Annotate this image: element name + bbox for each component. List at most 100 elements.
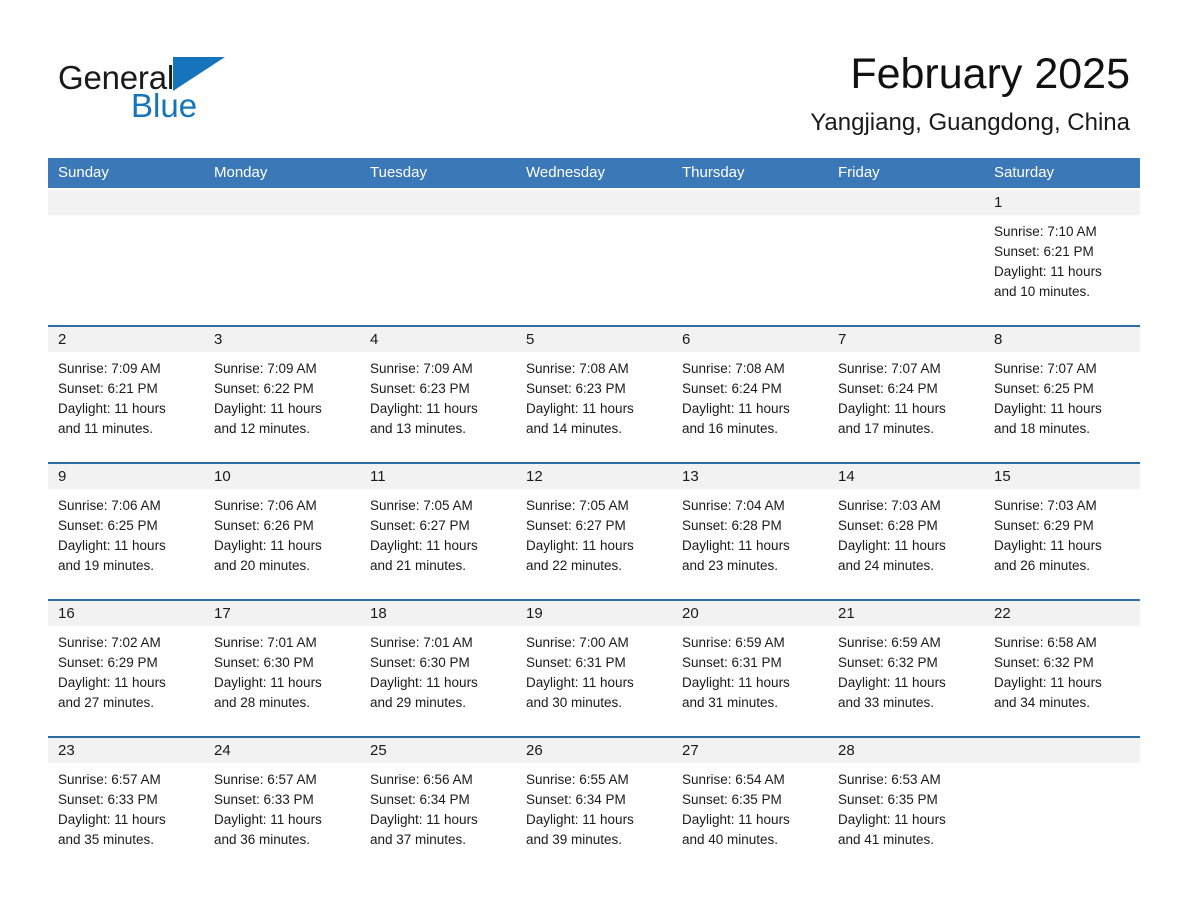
day-cell-2[interactable]: 2 Sunrise: 7:09 AM Sunset: 6:21 PM Daylight… <box>48 327 204 454</box>
day-details: Sunrise: 6:57 AM Sunset: 6:33 PM Daylight:… <box>204 763 360 850</box>
day-cell-8[interactable]: 8 Sunrise: 7:07 AM Sunset: 6:25 PM Daylight… <box>984 327 1140 454</box>
day-cell-23[interactable]: 23 Sunrise: 6:57 AM Sunset: 6:33 PM Dayligh… <box>48 738 204 865</box>
day-number-band: 15 <box>984 464 1140 489</box>
day-cell-21[interactable]: 21 Sunrise: 6:59 AM Sunset: 6:32 PM Dayligh… <box>828 601 984 728</box>
sunrise-text: Sunrise: 7:08 AM <box>526 361 629 376</box>
daylight-text-line2: and 20 minutes. <box>214 558 311 573</box>
day-cell-26[interactable]: 26 Sunrise: 6:55 AM Sunset: 6:34 PM Dayligh… <box>516 738 672 865</box>
sunset-text: Sunset: 6:22 PM <box>214 381 314 396</box>
sunset-text: Sunset: 6:34 PM <box>370 792 470 807</box>
day-number-band: 4 <box>360 327 516 352</box>
day-number-band: 7 <box>828 327 984 352</box>
day-details: Sunrise: 7:09 AM Sunset: 6:21 PM Daylight:… <box>48 352 204 439</box>
day-cell-13[interactable]: 13 Sunrise: 7:04 AM Sunset: 6:28 PM Dayligh… <box>672 464 828 591</box>
day-number: 10 <box>214 468 231 485</box>
day-cell-7[interactable]: 7 Sunrise: 7:07 AM Sunset: 6:24 PM Daylight… <box>828 327 984 454</box>
day-number: 23 <box>58 742 75 759</box>
sunset-text: Sunset: 6:23 PM <box>370 381 470 396</box>
day-details: Sunrise: 6:54 AM Sunset: 6:35 PM Daylight:… <box>672 763 828 850</box>
daylight-text-line2: and 30 minutes. <box>526 695 623 710</box>
daylight-text-line1: Daylight: 11 hours <box>214 401 322 416</box>
day-cell-11[interactable]: 11 Sunrise: 7:05 AM Sunset: 6:27 PM Dayligh… <box>360 464 516 591</box>
calendar-week-row: 1 Sunrise: 7:10 AM Sunset: 6:21 PM Daylight… <box>48 188 1140 317</box>
sunset-text: Sunset: 6:34 PM <box>526 792 626 807</box>
day-cell-empty <box>828 190 984 317</box>
day-cell-1[interactable]: 1 Sunrise: 7:10 AM Sunset: 6:21 PM Daylight… <box>984 190 1140 317</box>
day-number-band: 18 <box>360 601 516 626</box>
day-cell-14[interactable]: 14 Sunrise: 7:03 AM Sunset: 6:28 PM Dayligh… <box>828 464 984 591</box>
day-cell-25[interactable]: 25 Sunrise: 6:56 AM Sunset: 6:34 PM Dayligh… <box>360 738 516 865</box>
daylight-text-line2: and 26 minutes. <box>994 558 1091 573</box>
day-details <box>360 215 516 222</box>
sunrise-text: Sunrise: 6:56 AM <box>370 772 473 787</box>
day-number: 8 <box>994 331 1003 348</box>
daylight-text-line1: Daylight: 11 hours <box>838 812 946 827</box>
sunrise-text: Sunrise: 6:59 AM <box>682 635 785 650</box>
day-number-band: 20 <box>672 601 828 626</box>
day-details: Sunrise: 7:10 AM Sunset: 6:21 PM Daylight:… <box>984 215 1140 302</box>
sunset-text: Sunset: 6:27 PM <box>370 518 470 533</box>
day-details: Sunrise: 7:00 AM Sunset: 6:31 PM Daylight:… <box>516 626 672 713</box>
day-cell-4[interactable]: 4 Sunrise: 7:09 AM Sunset: 6:23 PM Daylight… <box>360 327 516 454</box>
day-cell-20[interactable]: 20 Sunrise: 6:59 AM Sunset: 6:31 PM Dayligh… <box>672 601 828 728</box>
day-cell-empty <box>516 190 672 317</box>
day-cell-16[interactable]: 16 Sunrise: 7:02 AM Sunset: 6:29 PM Dayligh… <box>48 601 204 728</box>
brand-logo[interactable]: General Blue <box>58 55 418 135</box>
day-number: 20 <box>682 605 699 622</box>
weekday-header-tuesday: Tuesday <box>370 164 427 181</box>
day-number-band: 13 <box>672 464 828 489</box>
day-cell-19[interactable]: 19 Sunrise: 7:00 AM Sunset: 6:31 PM Dayligh… <box>516 601 672 728</box>
weekday-header-row: Sunday Monday Tuesday Wednesday Thursday Frid… <box>48 158 1140 188</box>
sunset-text: Sunset: 6:28 PM <box>838 518 938 533</box>
day-cell-9[interactable]: 9 Sunrise: 7:06 AM Sunset: 6:25 PM Daylight… <box>48 464 204 591</box>
sunrise-text: Sunrise: 7:08 AM <box>682 361 785 376</box>
day-cell-15[interactable]: 15 Sunrise: 7:03 AM Sunset: 6:29 PM Dayligh… <box>984 464 1140 591</box>
day-cell-28[interactable]: 28 Sunrise: 6:53 AM Sunset: 6:35 PM Dayligh… <box>828 738 984 865</box>
day-details <box>204 215 360 222</box>
daylight-text-line2: and 10 minutes. <box>994 284 1091 299</box>
daylight-text-line2: and 29 minutes. <box>370 695 467 710</box>
day-number-band: 6 <box>672 327 828 352</box>
day-cell-24[interactable]: 24 Sunrise: 6:57 AM Sunset: 6:33 PM Dayligh… <box>204 738 360 865</box>
day-cell-empty <box>48 190 204 317</box>
title-block: February 2025 Yangjiang, Guangdong, Chin… <box>810 48 1130 138</box>
day-details: Sunrise: 7:07 AM Sunset: 6:25 PM Daylight:… <box>984 352 1140 439</box>
day-details: Sunrise: 7:09 AM Sunset: 6:23 PM Daylight:… <box>360 352 516 439</box>
day-cell-6[interactable]: 6 Sunrise: 7:08 AM Sunset: 6:24 PM Daylight… <box>672 327 828 454</box>
sunrise-text: Sunrise: 7:05 AM <box>526 498 629 513</box>
day-cell-18[interactable]: 18 Sunrise: 7:01 AM Sunset: 6:30 PM Dayligh… <box>360 601 516 728</box>
day-cell-3[interactable]: 3 Sunrise: 7:09 AM Sunset: 6:22 PM Daylight… <box>204 327 360 454</box>
day-number: 21 <box>838 605 855 622</box>
daylight-text-line1: Daylight: 11 hours <box>838 538 946 553</box>
day-number: 22 <box>994 605 1011 622</box>
day-number: 1 <box>994 194 1003 211</box>
day-number-band: 27 <box>672 738 828 763</box>
day-details: Sunrise: 7:04 AM Sunset: 6:28 PM Daylight:… <box>672 489 828 576</box>
day-cell-17[interactable]: 17 Sunrise: 7:01 AM Sunset: 6:30 PM Dayligh… <box>204 601 360 728</box>
day-cell-22[interactable]: 22 Sunrise: 6:58 AM Sunset: 6:32 PM Dayligh… <box>984 601 1140 728</box>
daylight-text-line2: and 33 minutes. <box>838 695 935 710</box>
day-number-band <box>204 190 360 215</box>
day-number-band: 5 <box>516 327 672 352</box>
sunset-text: Sunset: 6:32 PM <box>838 655 938 670</box>
day-details <box>516 215 672 222</box>
weekday-header-sunday: Sunday <box>58 164 109 181</box>
day-cell-12[interactable]: 12 Sunrise: 7:05 AM Sunset: 6:27 PM Dayligh… <box>516 464 672 591</box>
day-details: Sunrise: 6:58 AM Sunset: 6:32 PM Daylight:… <box>984 626 1140 713</box>
sunrise-text: Sunrise: 6:54 AM <box>682 772 785 787</box>
daylight-text-line1: Daylight: 11 hours <box>370 675 478 690</box>
daylight-text-line1: Daylight: 11 hours <box>214 675 322 690</box>
daylight-text-line2: and 31 minutes. <box>682 695 779 710</box>
day-number-band: 3 <box>204 327 360 352</box>
day-number-band: 11 <box>360 464 516 489</box>
day-details: Sunrise: 7:06 AM Sunset: 6:25 PM Daylight:… <box>48 489 204 576</box>
daylight-text-line2: and 23 minutes. <box>682 558 779 573</box>
daylight-text-line2: and 13 minutes. <box>370 421 467 436</box>
day-cell-10[interactable]: 10 Sunrise: 7:06 AM Sunset: 6:26 PM Dayligh… <box>204 464 360 591</box>
sunset-text: Sunset: 6:31 PM <box>682 655 782 670</box>
day-cell-5[interactable]: 5 Sunrise: 7:08 AM Sunset: 6:23 PM Daylight… <box>516 327 672 454</box>
weekday-header-saturday: Saturday <box>994 164 1055 181</box>
weekday-header-wednesday: Wednesday <box>526 164 605 181</box>
day-cell-27[interactable]: 27 Sunrise: 6:54 AM Sunset: 6:35 PM Dayligh… <box>672 738 828 865</box>
day-number: 24 <box>214 742 231 759</box>
